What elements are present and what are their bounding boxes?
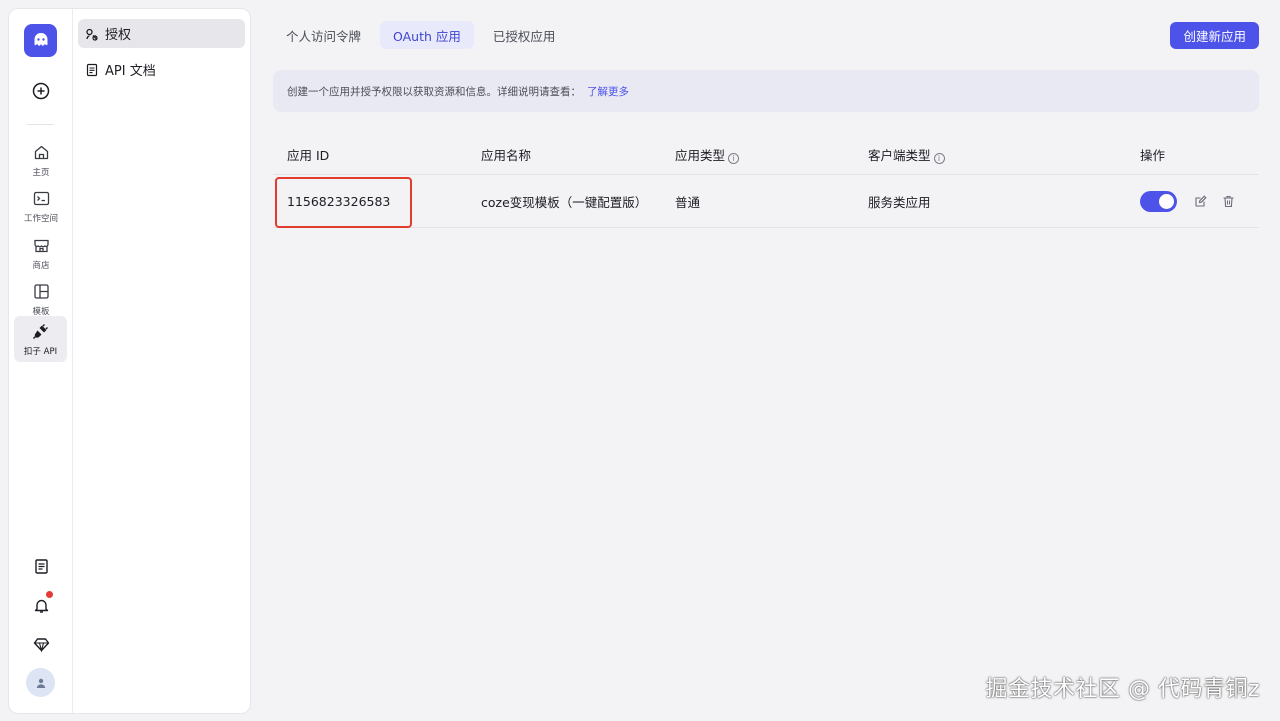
row-actions <box>1194 194 1235 208</box>
subnav-item-auth[interactable]: 授权 <box>78 19 245 48</box>
document-icon <box>86 63 98 76</box>
header-app-id: 应用 ID <box>287 147 330 163</box>
subnav-item-api-docs[interactable]: API 文档 <box>78 55 245 84</box>
icon-rail: 主页 工作空间 商店 模板 扣子 API <box>9 9 73 713</box>
api-subnav: 授权 API 文档 <box>73 9 250 713</box>
table-row: 1156823326583 coze变现模板（一键配置版） 普通 服务类应用 <box>273 175 1259 228</box>
create-plus-button[interactable] <box>9 81 73 101</box>
create-app-button[interactable]: 创建新应用 <box>1170 22 1259 49</box>
header-app-type-label: 应用类型 <box>675 147 726 163</box>
learn-more-link[interactable]: 了解更多 <box>587 84 629 99</box>
tab-oauth-apps[interactable]: OAuth 应用 <box>380 21 474 49</box>
app-type-cell: 普通 <box>675 194 701 210</box>
rail-item-label: 商店 <box>32 261 50 271</box>
plug-icon <box>31 321 51 341</box>
edit-icon[interactable] <box>1194 194 1207 208</box>
avatar[interactable] <box>26 668 55 697</box>
coze-logo-icon[interactable] <box>24 24 57 57</box>
toggle-switch[interactable] <box>1140 190 1177 212</box>
watermark-text: 掘金技术社区 @ 代码青铜z <box>985 677 1260 702</box>
store-icon <box>31 235 51 255</box>
header-client-type-label: 客户端类型 <box>868 147 931 163</box>
rail-item-templates[interactable]: 模板 <box>9 281 73 317</box>
diamond-icon <box>31 634 51 654</box>
table-header: 应用 ID 应用名称 应用类型 i 客户端类型 i 操作 <box>273 134 1259 175</box>
header-client-type: 客户端类型 i <box>868 145 945 164</box>
client-type-cell: 服务类应用 <box>868 194 931 210</box>
tab-personal-access-token[interactable]: 个人访问令牌 <box>273 21 374 49</box>
header-actions: 操作 <box>1140 147 1166 163</box>
main-content: 个人访问令牌 OAuth 应用 已授权应用 创建新应用 创建一个应用并授予权限以… <box>273 0 1259 721</box>
docs-button[interactable] <box>9 556 73 576</box>
terminal-icon <box>31 188 51 208</box>
rail-item-label: 主页 <box>32 168 50 178</box>
info-icon[interactable]: i <box>933 152 945 164</box>
banner-text: 创建一个应用并授予权限以获取资源和信息。详细说明请查看： <box>287 85 581 98</box>
enable-toggle[interactable] <box>1140 190 1177 212</box>
trash-icon[interactable] <box>1222 195 1235 208</box>
tab-bar: 个人访问令牌 OAuth 应用 已授权应用 <box>273 21 568 49</box>
sidebar-shell: 主页 工作空间 商店 模板 扣子 API 授权 API 文档 <box>8 8 251 714</box>
premium-button[interactable] <box>9 634 73 654</box>
info-banner: 创建一个应用并授予权限以获取资源和信息。详细说明请查看： 了解更多 <box>273 70 1259 112</box>
key-icon <box>86 28 98 41</box>
document-icon <box>31 556 51 576</box>
notification-dot <box>46 591 53 598</box>
toggle-knob <box>1159 193 1174 209</box>
tab-authorized-apps[interactable]: 已授权应用 <box>480 21 569 49</box>
app-name-cell: coze变现模板（一键配置版） <box>481 194 648 210</box>
subnav-item-label: 授权 <box>105 28 132 43</box>
template-icon <box>31 281 51 301</box>
oauth-apps-table: 应用 ID 应用名称 应用类型 i 客户端类型 i 操作 1156823326583… <box>273 134 1259 228</box>
rail-item-label: 扣子 API <box>23 347 58 357</box>
header-app-type: 应用类型 i <box>675 145 740 164</box>
plus-circle-icon <box>31 81 51 101</box>
subnav-item-label: API 文档 <box>105 64 156 79</box>
notifications-button[interactable] <box>9 595 73 615</box>
rail-item-home[interactable]: 主页 <box>9 142 73 178</box>
rail-item-workspace[interactable]: 工作空间 <box>9 188 73 224</box>
user-icon <box>36 678 45 688</box>
app-id-cell: 1156823326583 <box>287 193 391 209</box>
info-icon[interactable]: i <box>728 152 740 164</box>
home-icon <box>31 142 51 162</box>
rail-item-label: 工作空间 <box>23 214 58 224</box>
header-app-name: 应用名称 <box>481 147 532 163</box>
rail-item-coze-api[interactable]: 扣子 API <box>14 316 67 362</box>
rail-divider <box>27 124 54 125</box>
rail-item-store[interactable]: 商店 <box>9 235 73 271</box>
bell-icon <box>31 595 51 615</box>
